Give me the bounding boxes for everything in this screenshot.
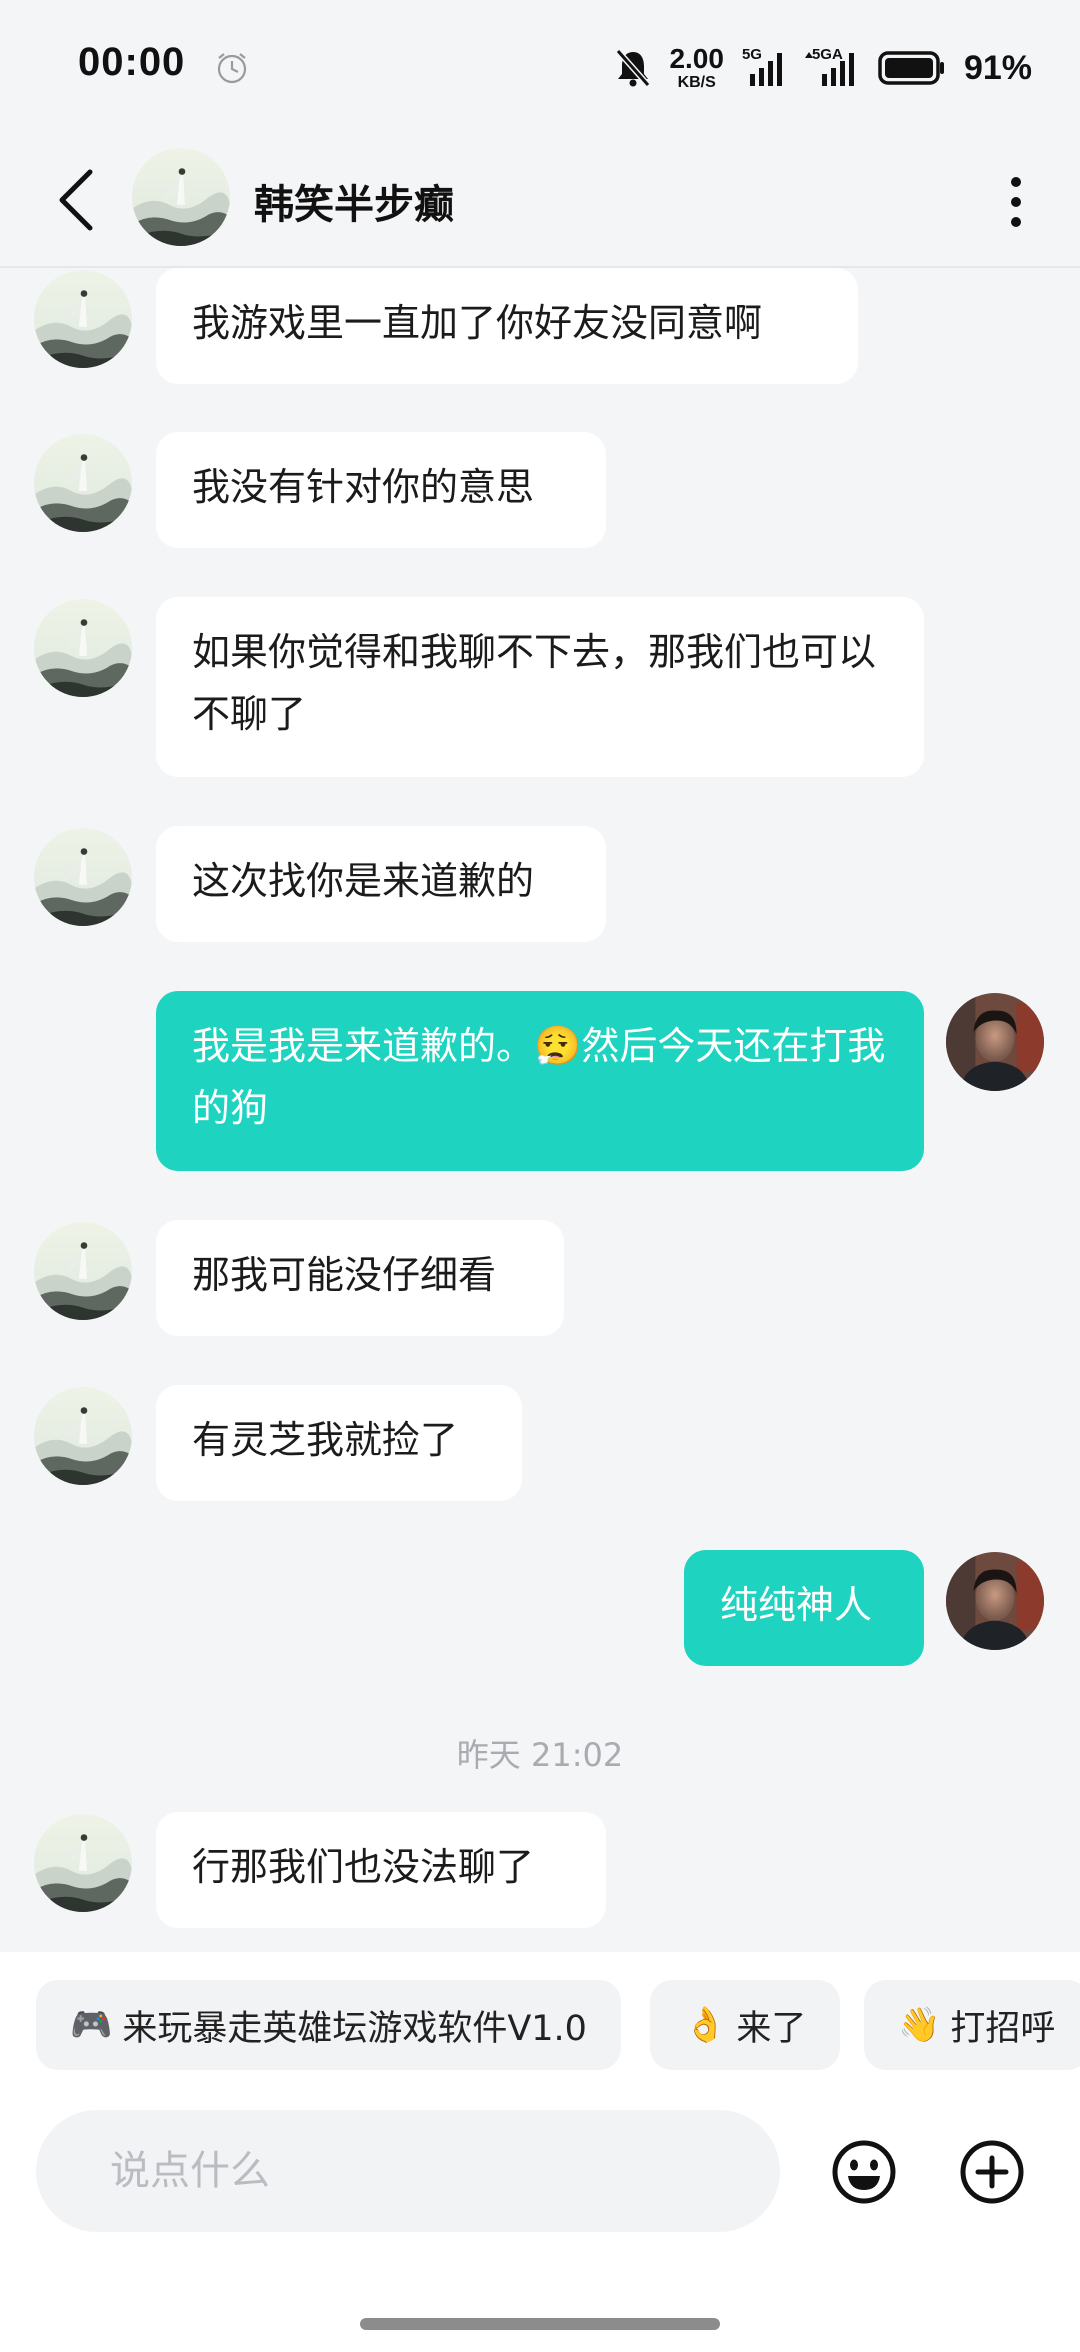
more-vertical-icon — [1011, 177, 1021, 227]
message-bubble-incoming[interactable]: 有灵芝我就捡了 — [156, 1385, 522, 1501]
message-timestamp: 昨天 21:02 — [456, 1736, 624, 1774]
message-bubble-incoming[interactable]: 如果你觉得和我聊不下去，那我们也可以不聊了 — [156, 597, 924, 777]
message-text: 我是我是来道歉的。 — [192, 1024, 535, 1068]
contact-name[interactable]: 韩笑半步癫 — [254, 172, 454, 230]
message-text: 纯纯神人 — [720, 1583, 873, 1627]
message-list[interactable]: 我游戏里一直加了你好友没同意啊 我没有针对你的意思 如果你觉得和我聊不下去，那我… — [0, 268, 1080, 1952]
message-input[interactable] — [108, 2147, 708, 2195]
back-button[interactable] — [46, 160, 106, 240]
game-controller-icon: 🎮 — [70, 2005, 113, 2045]
message-bubble-incoming[interactable]: 我没有针对你的意思 — [156, 432, 606, 548]
message-text: 我游戏里一直加了你好友没同意啊 — [192, 301, 763, 345]
net-speed: 2.00 KB/S — [669, 45, 724, 91]
message-text: 这次找你是来道歉的 — [192, 859, 535, 903]
message-text: 我没有针对你的意思 — [192, 465, 535, 509]
net-speed-value: 2.00 — [669, 43, 724, 74]
message-text: 有灵芝我就捡了 — [192, 1418, 459, 1462]
sender-avatar[interactable] — [34, 434, 132, 532]
quick-reply-label: 打招呼 — [950, 2008, 1056, 2049]
message-bubble-incoming[interactable]: 这次找你是来道歉的 — [156, 826, 606, 942]
status-bar: 00:00 2.00 KB/S 5G 5GA 91% — [0, 0, 1080, 138]
plus-circle-icon[interactable] — [958, 2138, 1026, 2206]
quick-reply-chip-wave[interactable]: 👋 打招呼 — [864, 1980, 1080, 2070]
alarm-clock-icon — [217, 53, 247, 84]
sigh-emoji-icon: 😮‍💨 — [534, 1024, 582, 1068]
sender-avatar[interactable] — [34, 1387, 132, 1485]
ok-hand-icon: 👌 — [684, 2005, 727, 2045]
home-indicator[interactable] — [360, 2318, 720, 2330]
back-arrow-icon — [59, 169, 93, 231]
sender-avatar[interactable] — [34, 270, 132, 368]
emoji-face-icon[interactable] — [830, 2138, 898, 2206]
composer-area: 🎮 来玩暴走英雄坛游戏软件V1.0 👌 来了 👋 打招呼 — [0, 1952, 1080, 2352]
message-bubble-incoming[interactable]: 行那我们也没法聊了 — [156, 1812, 606, 1928]
battery-icon — [878, 51, 944, 85]
my-avatar[interactable] — [946, 1552, 1044, 1650]
contact-avatar[interactable] — [132, 148, 230, 246]
message-bubble-incoming[interactable]: 那我可能没仔细看 — [156, 1220, 564, 1336]
mute-bell-icon — [616, 49, 651, 87]
message-text: 如果你觉得和我聊不下去，那我们也可以不聊了 — [192, 630, 877, 736]
signal-5g-icon: 5G — [742, 46, 786, 88]
net-speed-unit: KB/S — [677, 74, 716, 91]
signal-5ga-icon: 5GA — [804, 46, 860, 88]
battery-percent: 91% — [963, 48, 1032, 87]
sender-avatar[interactable] — [34, 1814, 132, 1912]
quick-reply-chip-game[interactable]: 🎮 来玩暴走英雄坛游戏软件V1.0 — [36, 1980, 621, 2070]
message-text: 那我可能没仔细看 — [192, 1253, 497, 1297]
more-button[interactable] — [996, 162, 1036, 242]
sender-avatar[interactable] — [34, 1222, 132, 1320]
status-time: 00:00 — [78, 40, 186, 84]
message-bubble-outgoing[interactable]: 我是我是来道歉的。😮‍💨然后今天还在打我的狗 — [156, 991, 924, 1171]
my-avatar[interactable] — [946, 993, 1044, 1091]
waving-hand-icon: 👋 — [898, 2005, 941, 2045]
quick-reply-chip-coming[interactable]: 👌 来了 — [650, 1980, 841, 2070]
chat-header: 韩笑半步癫 — [0, 138, 1080, 268]
sender-avatar[interactable] — [34, 828, 132, 926]
message-text: 行那我们也没法聊了 — [192, 1845, 535, 1889]
quick-reply-label: 来玩暴走英雄坛游戏软件V1.0 — [122, 2008, 587, 2049]
sender-avatar[interactable] — [34, 599, 132, 697]
message-bubble-outgoing[interactable]: 纯纯神人 — [684, 1550, 924, 1666]
status-icons: 2.00 KB/S 5G 5GA 91% — [615, 44, 1032, 92]
quick-reply-label: 来了 — [736, 2008, 807, 2049]
message-input-container[interactable] — [36, 2110, 780, 2232]
message-bubble-incoming[interactable]: 我游戏里一直加了你好友没同意啊 — [156, 268, 858, 384]
